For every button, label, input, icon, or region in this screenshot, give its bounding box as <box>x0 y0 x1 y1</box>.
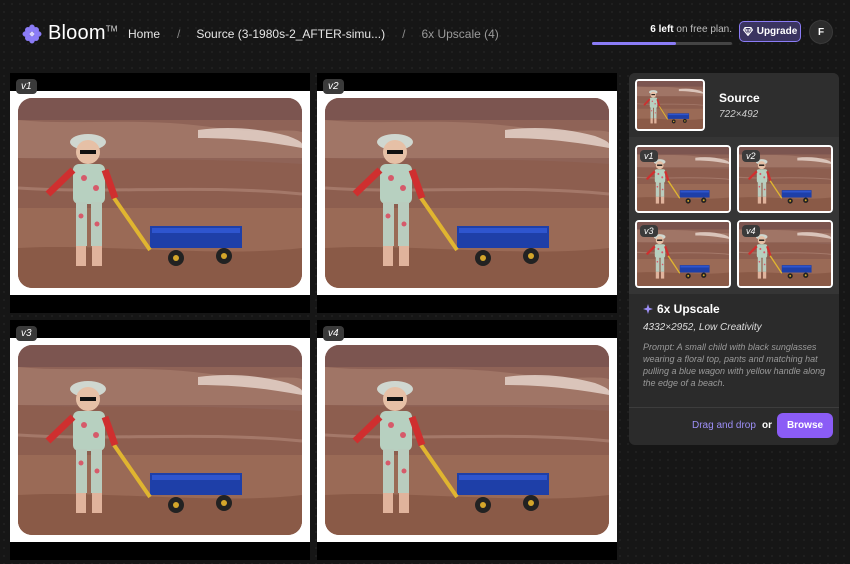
image-frame <box>10 91 310 295</box>
upgrade-label: Upgrade <box>756 26 798 37</box>
source-row[interactable]: Source 722×492 <box>629 73 839 137</box>
thumbnail-v1[interactable]: v1 <box>635 145 731 213</box>
upscaled-image <box>18 98 302 288</box>
version-badge: v3 <box>16 326 37 341</box>
top-bar: BloomTM Home / Source (3-1980s-2_AFTER-s… <box>0 0 850 68</box>
thumbnail-v4[interactable]: v4 <box>737 220 833 288</box>
upscaled-image <box>18 345 302 535</box>
thumbnail-badge: v4 <box>742 225 760 237</box>
thumbnail-v2[interactable]: v2 <box>737 145 833 213</box>
plan-usage-text: 6 left on free plan. <box>650 24 732 35</box>
breadcrumb-source[interactable]: Source (3-1980s-2_AFTER-simu...) <box>196 27 385 41</box>
sparkle-icon <box>643 304 653 314</box>
avatar[interactable]: F <box>809 20 833 44</box>
drag-and-drop-link[interactable]: Drag and drop <box>692 420 756 431</box>
upscaled-image <box>325 345 609 535</box>
image-frame <box>10 338 310 542</box>
breadcrumb-home[interactable]: Home <box>128 27 160 41</box>
version-badge: v1 <box>16 79 37 94</box>
version-card-v2[interactable]: v2 <box>317 73 617 313</box>
breadcrumb-current: 6x Upscale (4) <box>421 27 499 41</box>
plan-usage: 6 left on free plan. <box>592 24 732 45</box>
panel-divider <box>629 407 839 408</box>
or-label: or <box>762 420 772 431</box>
upscaled-image <box>325 98 609 288</box>
source-image <box>637 81 703 129</box>
image-frame <box>317 338 617 542</box>
source-title: Source <box>719 91 760 105</box>
version-badge: v4 <box>323 326 344 341</box>
plan-usage-fill <box>592 42 676 45</box>
version-badge: v2 <box>323 79 344 94</box>
version-card-v3[interactable]: v3 <box>10 320 310 560</box>
thumbnail-badge: v1 <box>640 150 658 162</box>
trademark: TM <box>105 24 118 34</box>
thumbnail-badge: v2 <box>742 150 760 162</box>
upscale-title: 6x Upscale <box>643 302 827 316</box>
source-thumbnail[interactable] <box>635 79 705 131</box>
gem-icon <box>742 27 753 36</box>
upgrade-button[interactable]: Upgrade <box>739 21 801 42</box>
upscale-meta: 4332×2952, Low Creativity <box>643 322 762 333</box>
details-panel: Source 722×492 v1 v2 v3 v4 6x Upscale 43… <box>629 73 839 445</box>
browse-button[interactable]: Browse <box>777 413 833 438</box>
app-name: BloomTM <box>48 22 118 44</box>
breadcrumb-separator: / <box>402 27 406 41</box>
version-card-v1[interactable]: v1 <box>10 73 310 313</box>
thumbnail-v3[interactable]: v3 <box>635 220 731 288</box>
source-dimensions: 722×492 <box>719 109 759 120</box>
version-thumbnails: v1 v2 v3 v4 <box>629 137 839 294</box>
app-logo[interactable]: BloomTM <box>22 22 118 45</box>
image-frame <box>317 91 617 295</box>
version-card-v4[interactable]: v4 <box>317 320 617 560</box>
breadcrumb: Home / Source (3-1980s-2_AFTER-simu...) … <box>128 27 499 41</box>
upscale-info: 6x Upscale 4332×2952, Low Creativity Pro… <box>643 302 827 389</box>
flower-logo-icon <box>22 24 42 43</box>
thumbnail-badge: v3 <box>640 225 658 237</box>
plan-usage-bar <box>592 42 732 45</box>
breadcrumb-separator: / <box>177 27 181 41</box>
upscale-prompt: Prompt: A small child with black sunglas… <box>643 342 826 388</box>
